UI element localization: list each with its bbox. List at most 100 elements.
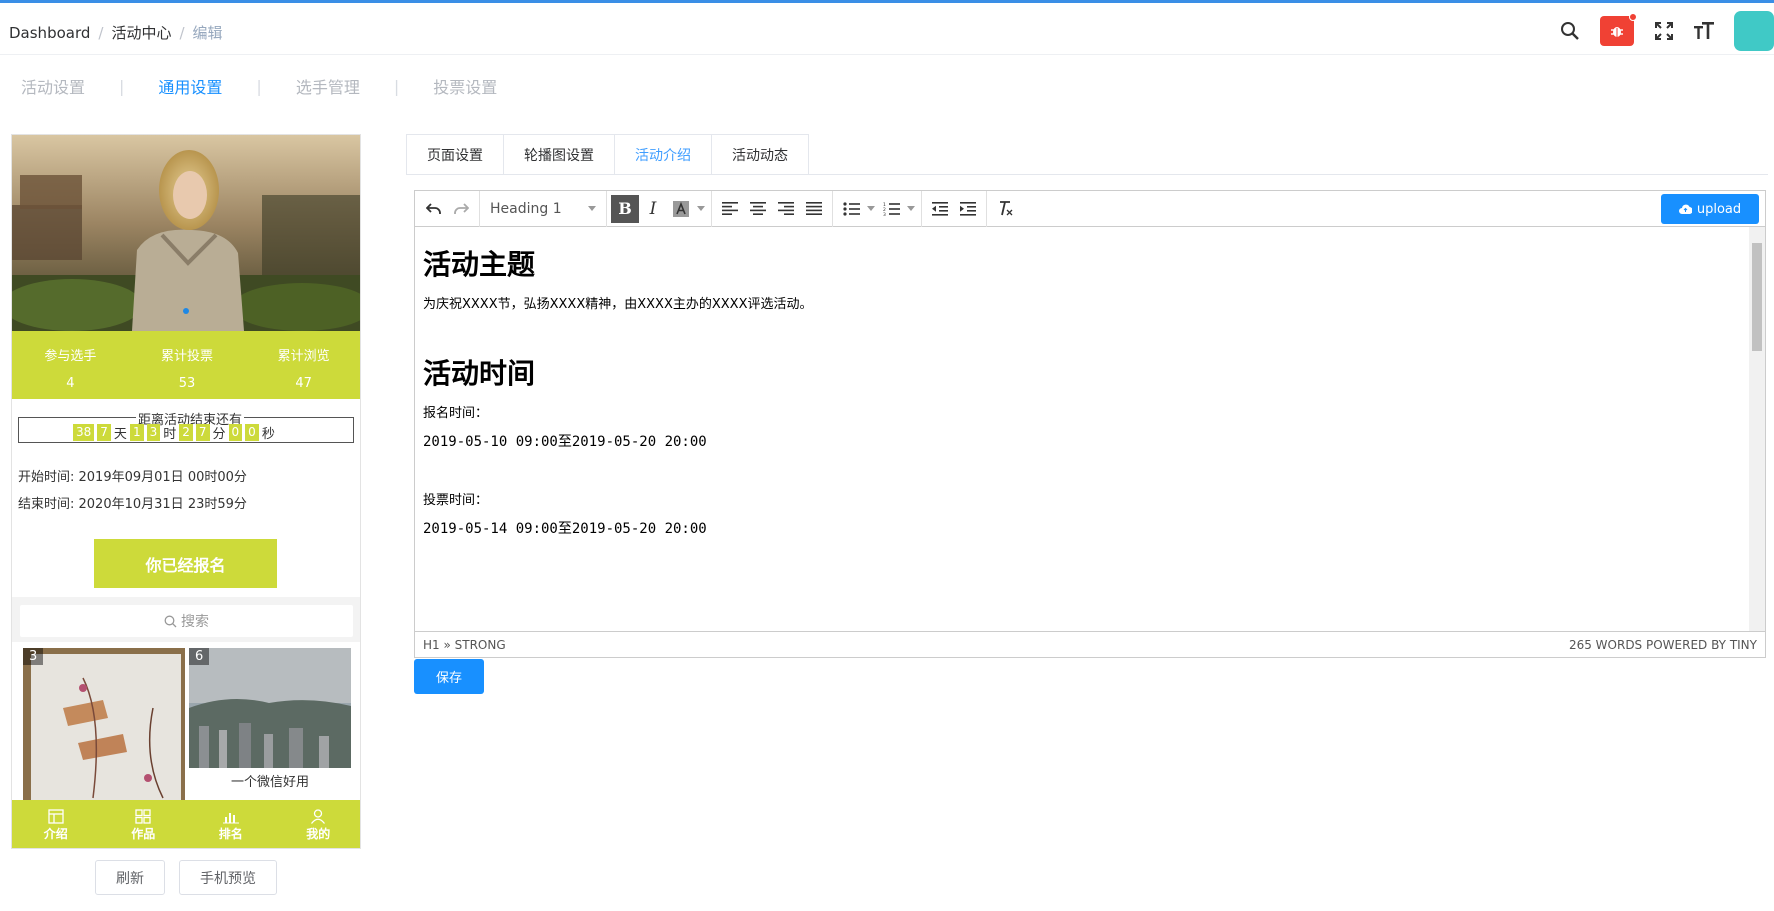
text-color-icon[interactable] [667,195,695,223]
fullscreen-icon[interactable] [1644,11,1684,51]
chevron-down-icon[interactable] [905,195,917,223]
chevron-down-icon[interactable] [695,195,707,223]
stat-label: 累计投票 [161,349,214,364]
redo-icon[interactable] [447,195,475,223]
breadcrumb: Dashboard / 活动中心 / 编辑 [9,22,223,43]
countdown-unit: 秒 [261,427,275,442]
bottom-nav-works[interactable]: 作品 [100,800,188,848]
editor-toolbar: Heading 1 B I 123 upload [415,190,1765,227]
bug-icon [1611,27,1623,37]
chevron-down-icon[interactable] [865,195,877,223]
mobile-preview-button[interactable]: 手机预览 [179,860,277,895]
block-format-value: Heading 1 [490,200,562,217]
stat-value: 4 [66,376,75,391]
tabs-underline [406,174,1768,175]
paragraph-theme: 为庆祝XXXX节，弘扬XXXX精神，由XXXX主办的XXXX评选活动。 [423,297,813,312]
bottom-nav-mine[interactable]: 我的 [275,800,361,848]
breadcrumb-separator: / [179,23,185,42]
block-format-select[interactable]: Heading 1 [484,195,602,223]
editor-content[interactable]: 活动主题 为庆祝XXXX节，弘扬XXXX精神，由XXXX主办的XXXX评选活动。… [415,227,1749,631]
countdown-box: 距离活动结束还有 38 7 天 1 3 时 2 7 分 0 0 秒 [18,409,354,443]
entry-image [23,648,185,808]
save-button[interactable]: 保存 [414,659,484,694]
subtab-general-settings[interactable]: 通用设置 [158,74,222,98]
heading-time: 活动时间 [423,357,536,390]
search-placeholder: 搜索 [181,614,209,630]
navbar: Dashboard / 活动中心 / 编辑 [0,3,1774,55]
bottom-nav-intro[interactable]: 介绍 [12,800,100,848]
entry-card[interactable]: 6 一个微信好用 [189,648,351,808]
align-right-icon[interactable] [772,195,800,223]
align-left-icon[interactable] [716,195,744,223]
subtab-player-management[interactable]: 选手管理 [296,74,360,98]
tab-page-settings[interactable]: 页面设置 [406,134,503,175]
breadcrumb-edit: 编辑 [192,24,223,42]
align-center-icon[interactable] [744,195,772,223]
align-group [712,190,833,227]
activity-info: 距离活动结束还有 38 7 天 1 3 时 2 7 分 0 0 秒 开始时间: … [12,399,360,597]
bottom-nav-ranking[interactable]: 排名 [187,800,275,848]
bottom-nav-label: 排名 [218,826,243,841]
bold-button[interactable]: B [611,194,639,223]
bottom-nav-label: 我的 [306,826,331,841]
outdent-icon[interactable] [926,195,954,223]
stat-label: 累计浏览 [277,349,330,364]
start-time: 开始时间: 2019年09月01日 00时00分 [18,470,247,485]
svg-text:3: 3 [883,212,886,216]
tab-activity-news[interactable]: 活动动态 [711,134,809,175]
upload-button[interactable]: upload [1661,194,1759,224]
editor-statusbar: H1 » STRONG 265 WORDS POWERED BY TINY [415,631,1765,658]
intro-icon [48,808,64,824]
bug-log-button[interactable] [1600,13,1637,46]
heading-theme: 活动主题 [423,248,536,281]
editor-scrollbar[interactable] [1749,227,1765,631]
breadcrumb-separator: / [98,23,104,42]
stat-views: 累计浏览 47 [245,331,360,399]
word-count: 265 WORDS POWERED BY TINY [1568,638,1757,652]
search-icon[interactable] [1550,11,1590,51]
breadcrumb-dashboard[interactable]: Dashboard [9,24,90,42]
refresh-button[interactable]: 刷新 [95,860,165,895]
hero-banner-image [12,135,360,331]
bottom-nav-label: 作品 [131,826,156,841]
entry-caption: 一个微信好用 [230,775,309,790]
italic-icon: I [649,198,657,219]
clear-group [987,191,1023,227]
user-avatar[interactable] [1734,11,1774,51]
clear-formatting-icon[interactable] [991,195,1019,223]
countdown-digit: 3 [146,424,161,441]
navbar-actions [1550,11,1774,51]
signed-up-button[interactable]: 你已经报名 [94,539,277,588]
align-justify-icon[interactable] [800,195,828,223]
history-group [415,190,480,227]
countdown-digit: 7 [97,424,111,441]
phone-preview: 参与选手 4 累计投票 53 累计浏览 47 距离活动结束还有 38 7 天 1… [11,134,361,849]
italic-button[interactable]: I [639,195,667,223]
search-icon [164,615,177,627]
breadcrumb-activity-center[interactable]: 活动中心 [111,22,171,43]
signup-time-range: 2019-05-10 09:00至2019-05-20 20:00 [423,434,707,450]
tab-activity-intro[interactable]: 活动介绍 [614,134,711,175]
element-path: H1 » STRONG [423,638,506,652]
tab-carousel-settings[interactable]: 轮播图设置 [503,134,614,175]
text-style-group: B I [607,190,712,227]
subtab-activity-settings[interactable]: 活动设置 [21,74,85,98]
editor-tabs: 页面设置 轮播图设置 活动介绍 活动动态 [406,134,809,175]
font-size-icon[interactable] [1684,11,1724,51]
rich-text-editor: Heading 1 B I 123 upload 活动主题 为庆祝XXXX节，弘… [414,190,1766,658]
phone-search-input[interactable]: 搜索 [20,605,353,637]
indent-icon[interactable] [954,195,982,223]
numbered-list-icon[interactable]: 123 [877,195,905,223]
countdown-digit: 0 [245,424,259,441]
countdown-digit: 0 [228,424,243,441]
entries-grid: 3 6 一个微信好用 [12,642,360,808]
bullet-list-icon[interactable] [837,195,865,223]
grid-icon [135,808,151,824]
list-group: 123 [833,190,922,227]
entry-card[interactable]: 3 [23,648,185,808]
subtab-vote-settings[interactable]: 投票设置 [433,74,497,98]
countdown-digit: 1 [129,424,144,441]
undo-icon[interactable] [419,195,447,223]
chevron-down-icon [588,206,596,211]
scrollbar-thumb[interactable] [1752,243,1762,351]
